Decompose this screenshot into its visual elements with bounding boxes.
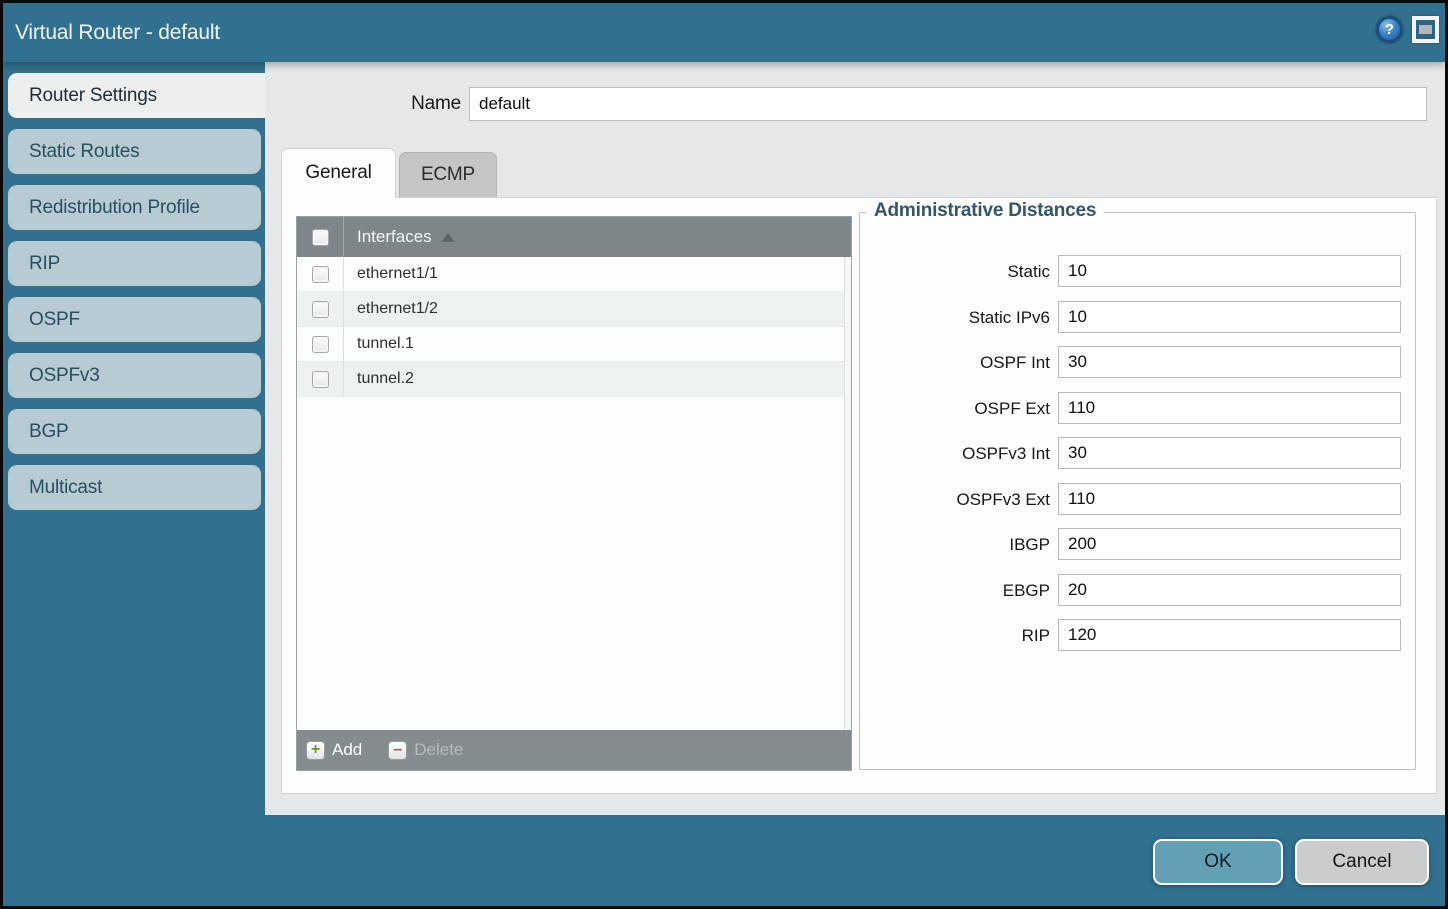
virtual-router-dialog: Virtual Router - default ? Router Settin… bbox=[0, 0, 1448, 909]
add-button[interactable]: Add bbox=[306, 740, 362, 760]
field-row-ospfv3-ext: OSPFv3 Ext bbox=[860, 483, 1415, 516]
interface-name: tunnel.1 bbox=[344, 335, 414, 353]
ospfv3-int-input[interactable] bbox=[1058, 437, 1401, 469]
delete-button[interactable]: Delete bbox=[388, 740, 463, 760]
sidebar: Router Settings Static Routes Redistribu… bbox=[8, 73, 265, 521]
row-checkbox[interactable] bbox=[312, 371, 329, 388]
row-checkbox-cell bbox=[297, 362, 344, 396]
static-ipv6-input[interactable] bbox=[1058, 301, 1401, 333]
ebgp-input[interactable] bbox=[1058, 574, 1401, 606]
interface-name: ethernet1/2 bbox=[344, 300, 438, 318]
interfaces-table: Interfaces ethernet1/1 ethernet bbox=[296, 216, 852, 771]
cancel-button[interactable]: Cancel bbox=[1295, 839, 1429, 885]
ospf-int-input[interactable] bbox=[1058, 346, 1401, 378]
field-row-ibgp: IBGP bbox=[860, 528, 1415, 561]
table-scrollbar-track[interactable] bbox=[844, 257, 851, 730]
field-row-ospfv3-int: OSPFv3 Int bbox=[860, 437, 1415, 470]
general-tab-content: Interfaces ethernet1/1 ethernet bbox=[281, 197, 1437, 794]
table-row[interactable]: tunnel.2 bbox=[297, 362, 851, 397]
table-row[interactable]: ethernet1/2 bbox=[297, 292, 851, 327]
field-row-rip: RIP bbox=[860, 619, 1415, 652]
interface-name: tunnel.2 bbox=[344, 370, 414, 388]
name-label: Name bbox=[265, 87, 461, 121]
delete-button-label: Delete bbox=[414, 740, 463, 760]
titlebar-icons: ? bbox=[1376, 16, 1439, 43]
dialog-title: Virtual Router - default bbox=[15, 3, 220, 62]
add-button-label: Add bbox=[332, 740, 362, 760]
ebgp-label: EBGP bbox=[860, 574, 1050, 607]
name-input[interactable] bbox=[469, 87, 1427, 121]
administrative-distances-fieldset: Administrative Distances Static Static I… bbox=[859, 212, 1416, 770]
static-input[interactable] bbox=[1058, 255, 1401, 287]
router-settings-panel: Name General ECMP Interfaces bbox=[265, 62, 1445, 815]
minus-icon bbox=[388, 741, 407, 760]
interfaces-table-toolbar: Add Delete bbox=[297, 730, 851, 770]
name-row: Name bbox=[265, 87, 1427, 121]
interfaces-column-header[interactable]: Interfaces bbox=[344, 227, 432, 247]
static-ipv6-label: Static IPv6 bbox=[860, 301, 1050, 334]
row-checkbox-cell bbox=[297, 257, 344, 291]
titlebar: Virtual Router - default ? bbox=[3, 3, 1445, 62]
sidebar-item-router-settings[interactable]: Router Settings bbox=[8, 73, 265, 118]
administrative-distances-legend: Administrative Distances bbox=[866, 200, 1104, 222]
field-row-ospf-ext: OSPF Ext bbox=[860, 392, 1415, 425]
sidebar-item-static-routes[interactable]: Static Routes bbox=[8, 129, 261, 174]
row-checkbox[interactable] bbox=[312, 301, 329, 318]
ospfv3-int-label: OSPFv3 Int bbox=[860, 437, 1050, 470]
static-label: Static bbox=[860, 255, 1050, 288]
select-all-checkbox[interactable] bbox=[312, 229, 329, 246]
table-row[interactable]: ethernet1/1 bbox=[297, 257, 851, 292]
field-row-ospf-int: OSPF Int bbox=[860, 346, 1415, 379]
sort-ascending-icon[interactable] bbox=[441, 233, 455, 242]
tab-general[interactable]: General bbox=[281, 148, 396, 198]
ospfv3-ext-input[interactable] bbox=[1058, 483, 1401, 515]
ospfv3-ext-label: OSPFv3 Ext bbox=[860, 483, 1050, 516]
ibgp-input[interactable] bbox=[1058, 528, 1401, 560]
table-row[interactable]: tunnel.1 bbox=[297, 327, 851, 362]
row-checkbox-cell bbox=[297, 327, 344, 361]
sidebar-item-rip[interactable]: RIP bbox=[8, 241, 261, 286]
sidebar-item-ospfv3[interactable]: OSPFv3 bbox=[8, 353, 261, 398]
sidebar-item-bgp[interactable]: BGP bbox=[8, 409, 261, 454]
ospf-int-label: OSPF Int bbox=[860, 346, 1050, 379]
field-row-ebgp: EBGP bbox=[860, 574, 1415, 607]
rip-input[interactable] bbox=[1058, 619, 1401, 651]
sidebar-item-multicast[interactable]: Multicast bbox=[8, 465, 261, 510]
tab-ecmp[interactable]: ECMP bbox=[399, 152, 497, 197]
interfaces-table-header: Interfaces bbox=[297, 217, 851, 257]
sidebar-item-ospf[interactable]: OSPF bbox=[8, 297, 261, 342]
window-restore-icon-glyph bbox=[1419, 25, 1432, 34]
interface-name: ethernet1/1 bbox=[344, 265, 438, 283]
field-row-static: Static bbox=[860, 255, 1415, 288]
plus-icon bbox=[306, 741, 325, 760]
window-restore-icon[interactable] bbox=[1412, 16, 1439, 43]
ospf-ext-label: OSPF Ext bbox=[860, 392, 1050, 425]
header-checkbox-cell bbox=[297, 217, 344, 257]
row-checkbox[interactable] bbox=[312, 336, 329, 353]
ibgp-label: IBGP bbox=[860, 528, 1050, 561]
rip-label: RIP bbox=[860, 619, 1050, 652]
ospf-ext-input[interactable] bbox=[1058, 392, 1401, 424]
help-icon[interactable]: ? bbox=[1376, 16, 1403, 43]
row-checkbox-cell bbox=[297, 292, 344, 326]
interfaces-table-body: ethernet1/1 ethernet1/2 tunnel.1 bbox=[297, 257, 851, 730]
sidebar-item-redistribution-profile[interactable]: Redistribution Profile bbox=[8, 185, 261, 230]
field-row-static-ipv6: Static IPv6 bbox=[860, 301, 1415, 334]
row-checkbox[interactable] bbox=[312, 266, 329, 283]
ok-button[interactable]: OK bbox=[1153, 839, 1283, 885]
